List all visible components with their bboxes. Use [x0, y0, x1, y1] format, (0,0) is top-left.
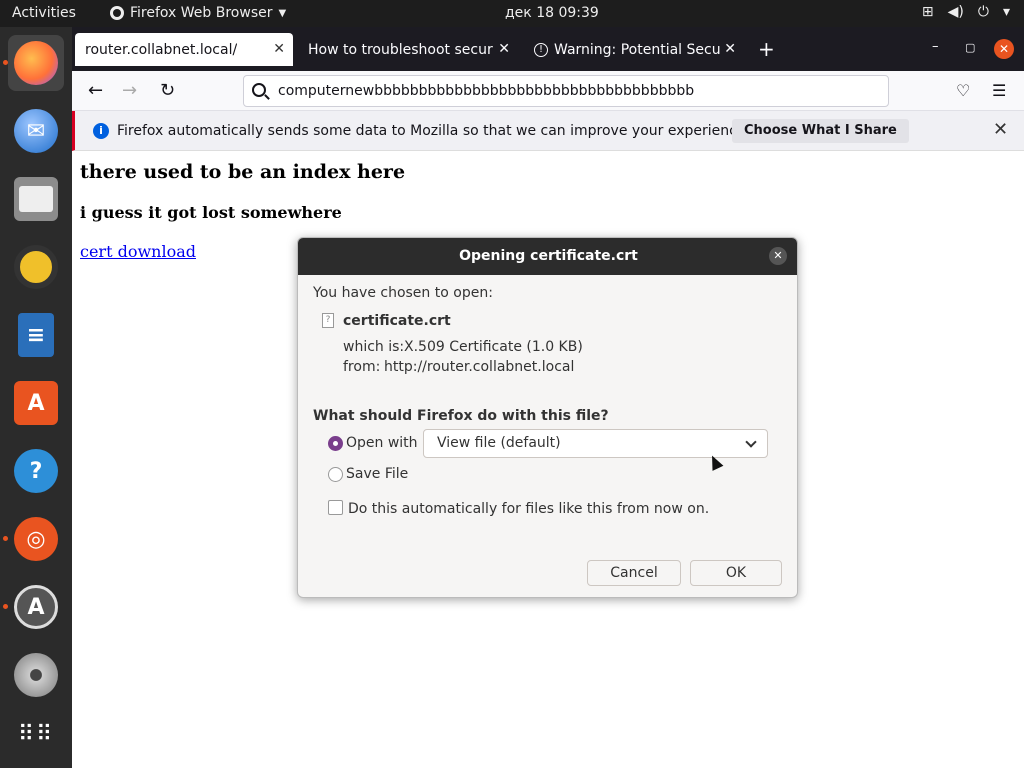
- writer-icon: ≡: [18, 313, 54, 357]
- dock-software[interactable]: A: [8, 375, 64, 431]
- window-close-button[interactable]: ✕: [994, 39, 1014, 59]
- dock: ✉ ≡ A ? ◎ A ⠿⠿: [0, 27, 72, 768]
- from-label: from:: [343, 359, 381, 375]
- chevron-down-icon: [745, 436, 757, 448]
- dock-writer[interactable]: ≡: [8, 307, 64, 363]
- tab-strip: router.collabnet.local/ ✕ How to trouble…: [72, 27, 1024, 71]
- firefox-icon: [110, 6, 124, 20]
- dock-rhythmbox[interactable]: [8, 239, 64, 295]
- app-menu[interactable]: Firefox Web Browser ▼: [110, 5, 286, 21]
- close-icon[interactable]: ✕: [498, 41, 510, 57]
- files-icon: [14, 177, 58, 221]
- url-bar[interactable]: computernewbbbbbbbbbbbbbbbbbbbbbbbbbbbbb…: [243, 75, 889, 107]
- thunderbird-icon: ✉: [14, 109, 58, 153]
- notice-text: Firefox automatically sends some data to…: [117, 123, 750, 139]
- save-file-radio[interactable]: [328, 467, 343, 482]
- auto-checkbox[interactable]: [328, 500, 343, 515]
- page-subheading: i guess it got lost somewhere: [80, 203, 342, 222]
- network-icon: ⊞: [921, 4, 934, 20]
- menu-icon[interactable]: ☰: [992, 81, 1006, 100]
- open-file-dialog: Opening certificate.crt ✕ You have chose…: [297, 237, 798, 598]
- chosen-label: You have chosen to open:: [313, 285, 493, 301]
- dialog-body: You have chosen to open: ? certificate.c…: [298, 275, 797, 597]
- url-text: computernewbbbbbbbbbbbbbbbbbbbbbbbbbbbbb…: [278, 83, 695, 99]
- warning-icon: !: [534, 42, 548, 57]
- reload-button[interactable]: ↻: [160, 80, 175, 101]
- tab-label: Warning: Potential Secur: [554, 41, 720, 58]
- grid-icon: ⠿⠿: [17, 722, 55, 747]
- open-with-radio[interactable]: [328, 436, 343, 451]
- save-file-label[interactable]: Save File: [346, 466, 408, 482]
- software-updater-icon: A: [14, 585, 58, 629]
- firefox-icon: [14, 41, 58, 85]
- open-with-value: View file (default): [437, 435, 561, 451]
- page-heading: there used to be an index here: [80, 161, 406, 183]
- close-icon[interactable]: ✕: [993, 119, 1008, 140]
- dock-help[interactable]: ?: [8, 443, 64, 499]
- tab-label: How to troubleshoot securit: [308, 41, 494, 58]
- chevron-down-icon: ▾: [1002, 4, 1010, 20]
- power-icon: ⏻: [977, 4, 989, 20]
- minimize-button[interactable]: –: [932, 39, 939, 54]
- which-is-label: which is:: [343, 339, 405, 355]
- close-icon[interactable]: ✕: [273, 41, 285, 57]
- app-menu-label: Firefox Web Browser: [130, 5, 273, 21]
- ubuntu-icon: ◎: [14, 517, 58, 561]
- dock-thunderbird[interactable]: ✉: [8, 103, 64, 159]
- pocket-icon[interactable]: ♡: [956, 81, 970, 100]
- cancel-button[interactable]: Cancel: [587, 560, 681, 586]
- choose-what-i-share-button[interactable]: Choose What I Share: [732, 119, 909, 143]
- dock-dvd[interactable]: [8, 647, 64, 703]
- nav-bar: ← → ↻ computernewbbbbbbbbbbbbbbbbbbbbbbb…: [72, 71, 1024, 111]
- dock-updater[interactable]: A: [8, 579, 64, 635]
- tab-warning[interactable]: ! Warning: Potential Secur ✕: [524, 33, 744, 66]
- action-question: What should Firefox do with this file?: [313, 408, 609, 424]
- dvd-icon: [14, 653, 58, 697]
- chevron-down-icon: ▼: [278, 7, 287, 19]
- info-icon: i: [93, 123, 109, 139]
- file-icon: ?: [322, 313, 334, 328]
- dock-ubuntu[interactable]: ◎: [8, 511, 64, 567]
- data-reporting-notice: i Firefox automatically sends some data …: [72, 111, 1024, 151]
- maximize-button[interactable]: ▢: [965, 41, 975, 54]
- system-status-area[interactable]: ⊞ ◀) ⏻ ▾: [922, 4, 1010, 20]
- tab-troubleshoot[interactable]: How to troubleshoot securit ✕: [298, 33, 518, 66]
- open-with-label[interactable]: Open with: [346, 435, 418, 451]
- ok-button[interactable]: OK: [690, 560, 782, 586]
- file-source: http://router.collabnet.local: [384, 359, 575, 375]
- close-icon[interactable]: ✕: [769, 247, 787, 265]
- dialog-title: Opening certificate.crt: [298, 238, 797, 275]
- rhythmbox-icon: [14, 245, 58, 289]
- dock-firefox[interactable]: [8, 35, 64, 91]
- forward-button[interactable]: →: [122, 80, 137, 101]
- cert-download-link[interactable]: cert download: [80, 242, 196, 261]
- file-name: certificate.crt: [343, 313, 451, 329]
- dock-files[interactable]: [8, 171, 64, 227]
- back-button[interactable]: ←: [88, 80, 103, 101]
- volume-icon: ◀): [947, 4, 964, 20]
- file-type: X.509 Certificate (1.0 KB): [404, 339, 583, 355]
- show-apps-button[interactable]: ⠿⠿: [8, 707, 64, 763]
- tab-label: router.collabnet.local/: [85, 41, 238, 58]
- software-icon: A: [14, 381, 58, 425]
- search-icon: [252, 83, 266, 97]
- new-tab-button[interactable]: +: [758, 37, 775, 61]
- top-bar: Activities Firefox Web Browser ▼ дек 18 …: [0, 0, 1024, 27]
- help-icon: ?: [14, 449, 58, 493]
- clock[interactable]: дек 18 09:39: [505, 5, 599, 21]
- close-icon[interactable]: ✕: [724, 41, 736, 57]
- auto-label[interactable]: Do this automatically for files like thi…: [348, 501, 709, 517]
- tab-router[interactable]: router.collabnet.local/ ✕: [75, 33, 293, 66]
- activities-button[interactable]: Activities: [12, 5, 76, 21]
